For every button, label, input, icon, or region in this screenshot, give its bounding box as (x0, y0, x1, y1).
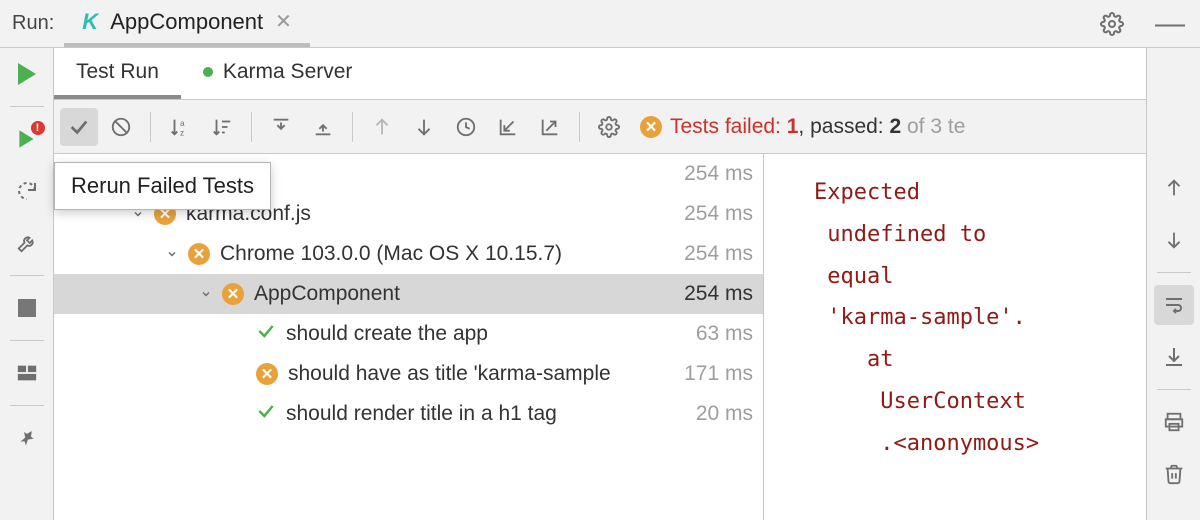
test-name: should create the app (286, 322, 690, 346)
svg-text:a: a (180, 119, 185, 128)
test-duration: 254 ms (678, 162, 753, 186)
main-area: Test Run Karma Server az (54, 48, 1146, 520)
sub-tabs: Test Run Karma Server (54, 48, 1146, 100)
soft-wrap-icon[interactable] (1154, 285, 1194, 325)
left-gutter: ! (0, 48, 54, 520)
tree-row[interactable]: should render title in a h1 tag20 ms (54, 394, 763, 434)
tab-label: Test Run (76, 60, 159, 84)
tooltip-text: Rerun Failed Tests (71, 173, 254, 198)
sort-alpha-icon[interactable]: az (161, 108, 199, 146)
test-duration: 63 ms (690, 322, 753, 346)
show-passed-icon[interactable] (60, 108, 98, 146)
fail-icon: ✕ (222, 283, 244, 305)
tree-row[interactable]: should create the app63 ms (54, 314, 763, 354)
failed-count: 1 (787, 115, 799, 138)
passed-label: , passed: (798, 115, 889, 138)
fail-status-icon: ✕ (640, 116, 662, 138)
tree-row[interactable]: ✕ Chrome 103.0.0 (Mac OS X 10.15.7)254 ms (54, 234, 763, 274)
test-status-summary: ✕ Tests failed: 1, passed: 2 of 3 te (640, 115, 965, 139)
chevron-down-icon[interactable] (196, 288, 216, 300)
run-header: Run: K AppComponent ✕ — (0, 0, 1200, 48)
error-badge-icon: ! (31, 121, 45, 135)
trash-icon[interactable] (1154, 454, 1194, 494)
expand-all-icon[interactable] (262, 108, 300, 146)
collapse-all-icon[interactable] (304, 108, 342, 146)
failed-label: Tests failed: (670, 115, 787, 138)
test-duration: 171 ms (678, 362, 753, 386)
prev-failed-icon[interactable] (363, 108, 401, 146)
hide-icon[interactable]: — (1150, 4, 1190, 44)
tab-label: Karma Server (223, 60, 353, 84)
test-settings-icon[interactable] (590, 108, 628, 146)
rerun-failed-button[interactable]: ! (7, 119, 47, 159)
print-icon[interactable] (1154, 402, 1194, 442)
up-stack-icon[interactable] (1154, 168, 1194, 208)
tree-row[interactable]: ✕ AppComponent254 ms (54, 274, 763, 314)
test-toolbar: az ✕ (54, 100, 1146, 154)
karma-logo-icon: K (78, 10, 102, 34)
stack-trace[interactable]: Expected undefined to equal 'karma-sampl… (764, 154, 1146, 520)
test-duration: 254 ms (678, 242, 753, 266)
run-button[interactable] (7, 54, 47, 94)
down-stack-icon[interactable] (1154, 220, 1194, 260)
export-icon[interactable] (531, 108, 569, 146)
sort-duration-icon[interactable] (203, 108, 241, 146)
pass-icon (256, 321, 276, 347)
toggle-auto-test-button[interactable] (7, 171, 47, 211)
history-icon[interactable] (447, 108, 485, 146)
show-ignored-icon[interactable] (102, 108, 140, 146)
gear-icon[interactable] (1092, 4, 1132, 44)
run-config-tab[interactable]: K AppComponent ✕ (64, 0, 310, 47)
test-duration: 20 ms (690, 402, 753, 426)
tooltip: Rerun Failed Tests (54, 162, 271, 210)
tab-karma-server[interactable]: Karma Server (181, 48, 375, 99)
test-duration: 254 ms (678, 282, 753, 306)
fail-icon: ✕ (256, 363, 278, 385)
chevron-down-icon[interactable] (162, 248, 182, 260)
run-label: Run: (2, 12, 64, 35)
pin-icon[interactable] (7, 418, 47, 458)
test-duration: 254 ms (678, 202, 753, 226)
scroll-to-end-icon[interactable] (1154, 337, 1194, 377)
next-failed-icon[interactable] (405, 108, 443, 146)
stop-button[interactable] (7, 288, 47, 328)
fail-icon: ✕ (188, 243, 210, 265)
close-icon[interactable]: ✕ (271, 9, 296, 34)
play-icon (18, 63, 36, 85)
stop-icon (18, 299, 36, 317)
svg-text:z: z (180, 128, 184, 137)
passed-count: 2 (889, 115, 901, 138)
test-name: should have as title 'karma-sample (288, 362, 678, 386)
wrench-icon[interactable] (7, 223, 47, 263)
import-icon[interactable] (489, 108, 527, 146)
pass-icon (256, 401, 276, 427)
tree-row[interactable]: ✕ should have as title 'karma-sample171 m… (54, 354, 763, 394)
test-name: should render title in a h1 tag (286, 402, 690, 426)
tab-test-run[interactable]: Test Run (54, 48, 181, 99)
total-suffix: of 3 te (901, 115, 965, 138)
status-dot-icon (203, 67, 213, 77)
run-config-name: AppComponent (110, 9, 263, 35)
layout-icon[interactable] (7, 353, 47, 393)
right-gutter (1146, 48, 1200, 520)
test-name: AppComponent (254, 282, 678, 306)
test-name: Chrome 103.0.0 (Mac OS X 10.15.7) (220, 242, 678, 266)
